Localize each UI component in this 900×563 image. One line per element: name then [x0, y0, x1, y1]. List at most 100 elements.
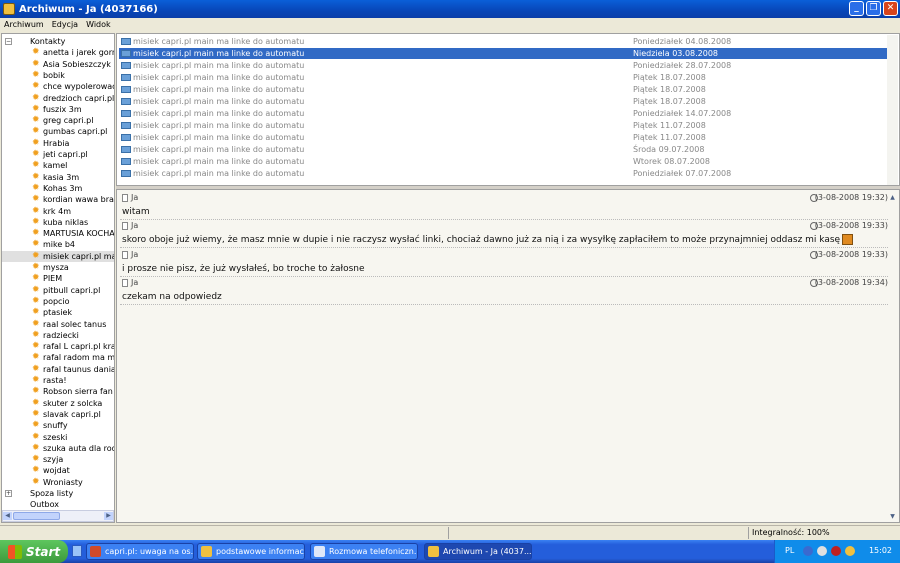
contact-name: chce wypolerowac p [43, 82, 115, 92]
contact-item[interactable]: ✹Robson sierra fan ch [2, 386, 114, 397]
contact-item[interactable]: ✹szuka auta dla rodzic [2, 442, 114, 454]
contact-item[interactable]: ✹ ptasiek [2, 307, 114, 318]
contact-item[interactable]: ✹chce wypolerowac p [2, 81, 115, 92]
message-row[interactable]: misiek capri.pl main ma linke do automat… [119, 120, 887, 131]
language-indicator[interactable]: PL [785, 546, 794, 555]
contact-name: popcio [43, 296, 70, 306]
contact-item[interactable]: ✹ dredzioch capri.pl [2, 93, 114, 104]
message-row[interactable]: misiek capri.pl main ma linke do automat… [119, 156, 887, 167]
contact-item[interactable]: ✹ mysza [2, 262, 114, 273]
start-button[interactable]: Start [0, 540, 68, 563]
contact-name: jeti capri.pl [43, 150, 88, 159]
contact-item[interactable]: ✹ wojdat [2, 465, 114, 476]
message-row[interactable]: misiek capri.pl main ma linke do automat… [119, 132, 887, 143]
menu-bar: Archiwum Edycja Widok [0, 18, 900, 31]
contact-item[interactable]: ✹kordian wawa bral g [2, 194, 114, 205]
contact-item[interactable]: ✹ rasta! [2, 375, 114, 386]
message-list: misiek capri.pl main ma linke do automat… [116, 33, 900, 186]
contact-item[interactable]: ✹ raal solec tanus [2, 319, 114, 330]
tray-gadu-icon[interactable] [845, 546, 855, 556]
contact-item[interactable]: ✹ rafal taunus dania [2, 364, 114, 375]
contact-item[interactable]: ✹ greg capri.pl [2, 115, 114, 126]
taskbar-item[interactable]: podstawowe informacje [197, 543, 305, 560]
contact-name: mike b4 [43, 240, 75, 250]
message-row[interactable]: misiek capri.pl main ma linke do automat… [119, 96, 887, 107]
taskbar-item[interactable]: capri.pl: uwaga na os... [86, 543, 194, 560]
menu-archiwum[interactable]: Archiwum [4, 20, 44, 29]
message-list-scrollbar[interactable] [887, 35, 898, 185]
contact-item[interactable]: ✹ Hrabia [2, 138, 114, 149]
contact-item[interactable]: ✹misiek capri.pl main n [2, 250, 114, 262]
scroll-left-arrow-icon[interactable]: ◀ [3, 512, 12, 520]
contact-item[interactable]: ✹ gumbas capri.pl [2, 126, 114, 137]
tree-horizontal-scrollbar[interactable]: ◀ ▶ [2, 510, 114, 522]
contact-name: pitbull capri.pl [43, 285, 101, 295]
message-row[interactable]: misiek capri.pl main ma linke do automat… [119, 72, 887, 83]
contact-item[interactable]: ✹ slavak capri.pl [2, 409, 114, 420]
contact-item[interactable]: ✹ fuszix 3m [2, 103, 114, 115]
contact-item[interactable]: ✹ Asia Sobieszczyk [2, 59, 114, 70]
message-subject: misiek capri.pl main ma linke do automat… [133, 97, 305, 106]
message-row[interactable]: misiek capri.pl main ma linke do automat… [119, 168, 887, 179]
message-row[interactable]: misiek capri.pl main ma linke do automat… [119, 84, 887, 95]
contact-status-icon: ✹ [32, 397, 40, 408]
contact-item[interactable]: ✹ snuffy [2, 420, 114, 431]
contact-status-icon: ✹ [32, 103, 40, 114]
contact-item[interactable]: ✹ bobik [2, 69, 114, 81]
message-icon [121, 74, 131, 81]
contact-status-icon: ✹ [32, 81, 40, 92]
contact-status-icon: ✹ [32, 442, 40, 453]
scroll-right-arrow-icon[interactable]: ▶ [104, 512, 113, 520]
message-row[interactable]: misiek capri.pl main ma linke do automat… [119, 48, 887, 59]
contact-item[interactable]: ✹ anetta i jarek gorni [2, 47, 114, 58]
menu-widok[interactable]: Widok [86, 20, 111, 29]
maximize-button[interactable]: ❐ [866, 1, 881, 16]
contact-item[interactable]: ✹ skuter z solcka [2, 397, 114, 409]
contact-item[interactable]: ✹ krk 4m [2, 206, 114, 217]
contact-item[interactable]: ✹ kuba niklas [2, 217, 114, 228]
contact-item[interactable]: ✹ kamel [2, 160, 114, 171]
quick-launch-icon[interactable] [72, 545, 82, 557]
contact-item[interactable]: ✹ Wroniasty [2, 477, 114, 488]
chat-scrollbar[interactable]: ▲ ▼ [887, 192, 898, 522]
expand-icon[interactable]: + [5, 490, 12, 497]
message-row[interactable]: misiek capri.pl main ma linke do automat… [119, 36, 887, 47]
taskbar-item-label: Archiwum - Ja (4037... [443, 547, 532, 556]
contact-item[interactable]: ✹ radziecki [2, 330, 114, 341]
close-button[interactable]: ✕ [883, 1, 898, 16]
start-label: Start [26, 544, 61, 559]
minimize-button[interactable]: _ [849, 1, 864, 16]
message-row[interactable]: misiek capri.pl main ma linke do automat… [119, 144, 887, 155]
scroll-down-arrow-icon[interactable]: ▼ [887, 511, 898, 522]
contact-item[interactable]: ✹ szeski [2, 432, 114, 443]
taskbar-item[interactable]: Archiwum - Ja (4037... [424, 543, 532, 560]
contact-status-icon: ✹ [32, 69, 40, 80]
contact-item[interactable]: ✹ PIEM [2, 273, 114, 284]
scroll-up-arrow-icon[interactable]: ▲ [887, 192, 898, 203]
contact-item[interactable]: ✹ jeti capri.pl [2, 149, 114, 160]
tray-volume-icon[interactable] [817, 546, 827, 556]
message-row[interactable]: misiek capri.pl main ma linke do automat… [119, 108, 887, 119]
contact-item[interactable]: ✹ szyja [2, 454, 114, 465]
contact-item[interactable]: ✹ pitbull capri.pl [2, 285, 114, 296]
contact-name: rasta! [43, 376, 67, 385]
status-bar: Integralność: 100% [0, 525, 900, 539]
contact-name: rafal L capri.pl krakó [43, 342, 114, 352]
message-row[interactable]: misiek capri.pl main ma linke do automat… [119, 60, 887, 71]
contact-item[interactable]: ✹rafal radom ma mask [2, 352, 114, 363]
chat-text-row: skoro oboje już wiemy, że masz mnie w du… [120, 232, 888, 249]
contact-item[interactable]: ✹rafal L capri.pl krakó [2, 341, 114, 352]
contact-item[interactable]: ✹ kasia 3m [2, 171, 114, 183]
contact-item[interactable]: ✹ Kohas 3m [2, 183, 114, 194]
taskbar-item[interactable]: Rozmowa telefoniczn... [310, 543, 418, 560]
tray-network-icon[interactable] [803, 546, 813, 556]
message-date: Poniedziałek 04.08.2008 [633, 37, 732, 46]
scroll-thumb[interactable] [13, 512, 60, 520]
contact-item[interactable]: ✹ popcio [2, 296, 114, 307]
tray-security-icon[interactable] [831, 546, 841, 556]
contact-status-icon: ✹ [32, 171, 40, 182]
contact-item[interactable]: ✹ MARTUSIA KOCHAN [2, 228, 114, 239]
contact-item[interactable]: ✹ mike b4 [2, 239, 114, 250]
collapse-icon[interactable]: − [5, 38, 12, 45]
menu-edycja[interactable]: Edycja [52, 20, 78, 29]
